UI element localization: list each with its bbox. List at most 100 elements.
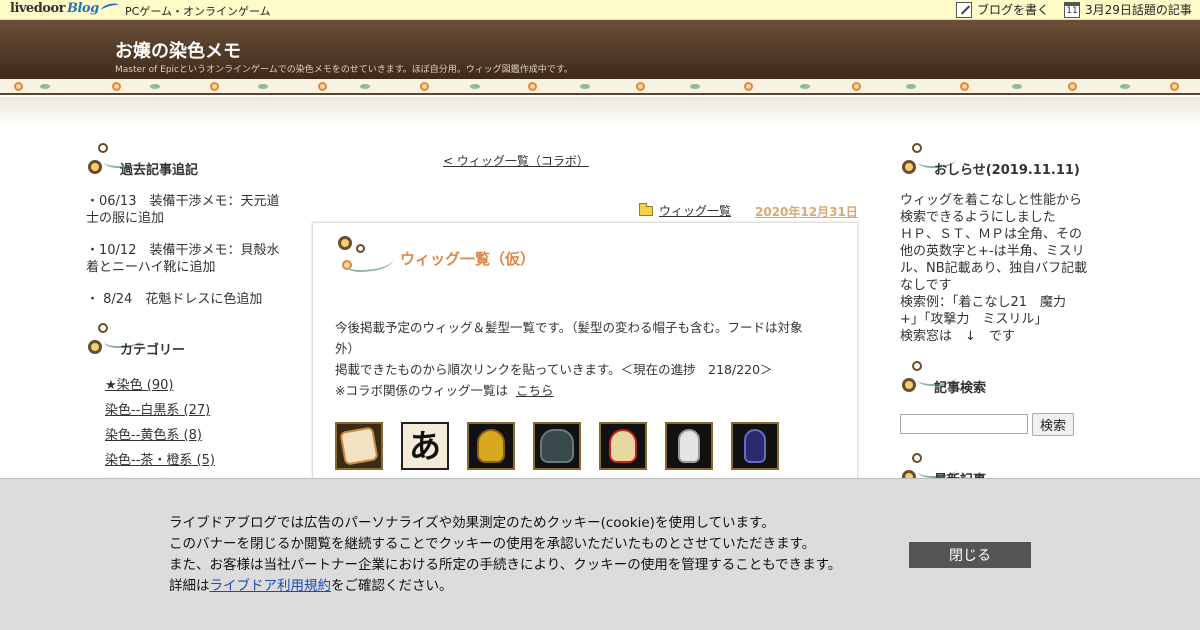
cookie-text-line: また、お客様は当社パートナー企業における所定の手続きにより、クッキーの使用を管理… bbox=[169, 557, 842, 573]
blog-header: お嬢の染色メモ Master of Epicというオンラインゲームでの染色メモを… bbox=[0, 20, 1200, 79]
article-text-line: ※コラボ関係のウィッグ一覧は こちら bbox=[335, 380, 835, 401]
collab-note: ※コラボ関係のウィッグ一覧は bbox=[335, 383, 508, 398]
flower-icon bbox=[210, 82, 219, 91]
category-title: カテゴリー bbox=[120, 343, 186, 358]
logo-text: livedoor bbox=[10, 1, 65, 16]
leaf-icon bbox=[40, 84, 50, 89]
notice-line: なしです bbox=[900, 278, 952, 293]
wig-thumbnail[interactable] bbox=[665, 422, 713, 470]
wig-image bbox=[339, 426, 379, 466]
flower-icon bbox=[112, 82, 121, 91]
cookie-text-line: 詳細はライブドア利用規約をご確認ください。 bbox=[169, 576, 453, 597]
recent-updates-heading: 過去記事追記 bbox=[86, 140, 198, 180]
leaf-icon bbox=[150, 84, 160, 89]
notice-line: ル、NB記載あり、独自バフ記載 bbox=[900, 261, 1088, 276]
category-link[interactable]: 染色--白黒系 (27) bbox=[105, 399, 210, 418]
cookie-detail-prefix: 詳細は bbox=[169, 578, 210, 594]
collab-list-link[interactable]: こちら bbox=[516, 383, 554, 398]
folder-icon bbox=[639, 202, 653, 216]
cookie-banner: ライブドアブログでは広告のパーソナライズや効果測定のためクッキー(cookie)… bbox=[0, 478, 1200, 630]
top-bar: livedoor Blog PCゲーム・オンラインゲーム ブログを書く 11 3月… bbox=[0, 0, 1200, 20]
flower-icon bbox=[420, 82, 429, 91]
notice-heading: おしらせ(2019.11.11) bbox=[900, 140, 1080, 180]
flower-icon bbox=[960, 82, 969, 91]
notice-line: 他の英数字と+-は半角、ミスリ bbox=[900, 244, 1085, 259]
flower-icon bbox=[528, 82, 537, 91]
article-title[interactable]: ウィッグ一覧（仮） bbox=[400, 248, 535, 269]
leaf-icon bbox=[1012, 84, 1022, 89]
wig-thumbnail[interactable] bbox=[533, 422, 581, 470]
wig-image bbox=[609, 429, 637, 463]
notice-title: おしらせ(2019.11.11) bbox=[934, 163, 1080, 178]
search-button[interactable]: 検索 bbox=[1032, 413, 1074, 436]
blog-description: Master of Epicというオンラインゲームでの染色メモをのせていきます。… bbox=[115, 65, 573, 75]
flower-icon bbox=[1068, 82, 1077, 91]
post-date[interactable]: 2020年12月31日 bbox=[755, 203, 858, 220]
notice-text: ウィッグを着こなしと性能から 検索できるようにしました ＨＰ、ＳＴ、ＭＰは全角、… bbox=[900, 192, 1092, 345]
notice-line: +」「攻撃力 ミスリル」 bbox=[900, 312, 1048, 327]
cookie-close-button[interactable]: 閉じる bbox=[909, 542, 1031, 568]
notice-line: 検索窓は ↓ です bbox=[900, 329, 1015, 344]
category-link[interactable]: 染色--黄色系 (8) bbox=[105, 424, 202, 443]
article-search-input[interactable] bbox=[900, 414, 1028, 434]
cookie-text-line: このバナーを閉じるか閲覧を継続することでクッキーの使用を承認いただいたものとさせ… bbox=[169, 536, 816, 552]
wig-placeholder-glyph: あ bbox=[408, 427, 441, 465]
article-text-line: 今後掲載予定のウィッグ＆髪型一覧です。（髪型の変わる帽子も含む。フードは対象 bbox=[335, 320, 803, 335]
flower-icon bbox=[318, 82, 327, 91]
category-link[interactable]: ★染色 (90) bbox=[105, 374, 173, 393]
hot-topics-label: 3月29日話題の記事 bbox=[1085, 3, 1192, 17]
category-heading: カテゴリー bbox=[86, 320, 185, 360]
prev-article-link[interactable]: < ウィッグ一覧（コラボ） bbox=[443, 152, 589, 169]
wig-image bbox=[678, 429, 700, 463]
flower-icon bbox=[636, 82, 645, 91]
notice-line: 検索できるようにしました bbox=[900, 210, 1056, 225]
logo-blog-text: Blog bbox=[66, 1, 99, 16]
notice-line: ＨＰ、ＳＴ、ＭＰは全角、その bbox=[900, 227, 1083, 242]
logo-swoosh-icon bbox=[99, 1, 120, 15]
hot-topics-link[interactable]: 11 3月29日話題の記事 bbox=[1064, 1, 1192, 18]
wig-thumbnail[interactable]: あ bbox=[401, 422, 449, 470]
post-category-link[interactable]: ウィッグ一覧 bbox=[659, 202, 731, 219]
flower-icon bbox=[1170, 82, 1179, 91]
flower-icon bbox=[852, 82, 861, 91]
header-shadow bbox=[0, 97, 1200, 127]
article-text-line: 掲載できたものから順次リンクを貼っていきます。＜現在の進捗 218/220＞ bbox=[335, 362, 773, 377]
wig-thumbnail[interactable] bbox=[599, 422, 647, 470]
search-title: 記事検索 bbox=[934, 381, 987, 396]
calendar-icon: 11 bbox=[1064, 1, 1080, 18]
post-category-meta[interactable]: ウィッグ一覧 bbox=[639, 202, 731, 219]
category-link[interactable]: 染色--茶・橙系 (5) bbox=[105, 449, 215, 468]
blog-title[interactable]: お嬢の染色メモ bbox=[115, 37, 241, 63]
cookie-detail-suffix: をご確認ください。 bbox=[331, 578, 453, 594]
leaf-icon bbox=[690, 84, 700, 89]
terms-of-use-link[interactable]: ライブドア利用規約 bbox=[210, 578, 332, 594]
wig-image bbox=[744, 429, 766, 463]
leaf-icon bbox=[258, 84, 268, 89]
livedoor-blog-logo[interactable]: livedoor Blog bbox=[10, 1, 120, 16]
leaf-icon bbox=[1120, 84, 1130, 89]
wig-thumbnail[interactable] bbox=[731, 422, 779, 470]
header-decoration-band bbox=[0, 79, 1200, 95]
wig-thumbnail[interactable] bbox=[335, 422, 383, 470]
recent-update-item: ・10/12 装備干渉メモ：貝殻水着とニーハイ靴に追加 bbox=[86, 243, 280, 275]
flower-icon bbox=[744, 82, 753, 91]
leaf-icon bbox=[800, 84, 810, 89]
write-blog-link[interactable]: ブログを書く bbox=[956, 1, 1049, 18]
flower-ornament-icon bbox=[336, 234, 396, 278]
notice-line: ウィッグを着こなしと性能から bbox=[900, 193, 1083, 208]
wig-image bbox=[477, 429, 505, 463]
leaf-icon bbox=[580, 84, 590, 89]
recent-update-item: ・ 8/24 花魁ドレスに色追加 bbox=[86, 292, 263, 307]
genre-link[interactable]: PCゲーム・オンラインゲーム bbox=[125, 3, 271, 19]
recent-updates-title: 過去記事追記 bbox=[120, 163, 199, 178]
wig-thumbnail[interactable] bbox=[467, 422, 515, 470]
notice-line: 検索例：「着こなし21 魔力 bbox=[900, 295, 1067, 310]
article-text-line: 外） bbox=[335, 341, 361, 356]
cookie-text-line: ライブドアブログでは広告のパーソナライズや効果測定のためクッキー(cookie)… bbox=[169, 515, 775, 531]
leaf-icon bbox=[470, 84, 480, 89]
leaf-icon bbox=[906, 84, 916, 89]
pen-icon bbox=[956, 1, 972, 18]
recent-update-item: ・06/13 装備干渉メモ：天元道士の服に追加 bbox=[86, 194, 280, 226]
flower-icon bbox=[14, 82, 23, 91]
leaf-icon bbox=[360, 84, 370, 89]
